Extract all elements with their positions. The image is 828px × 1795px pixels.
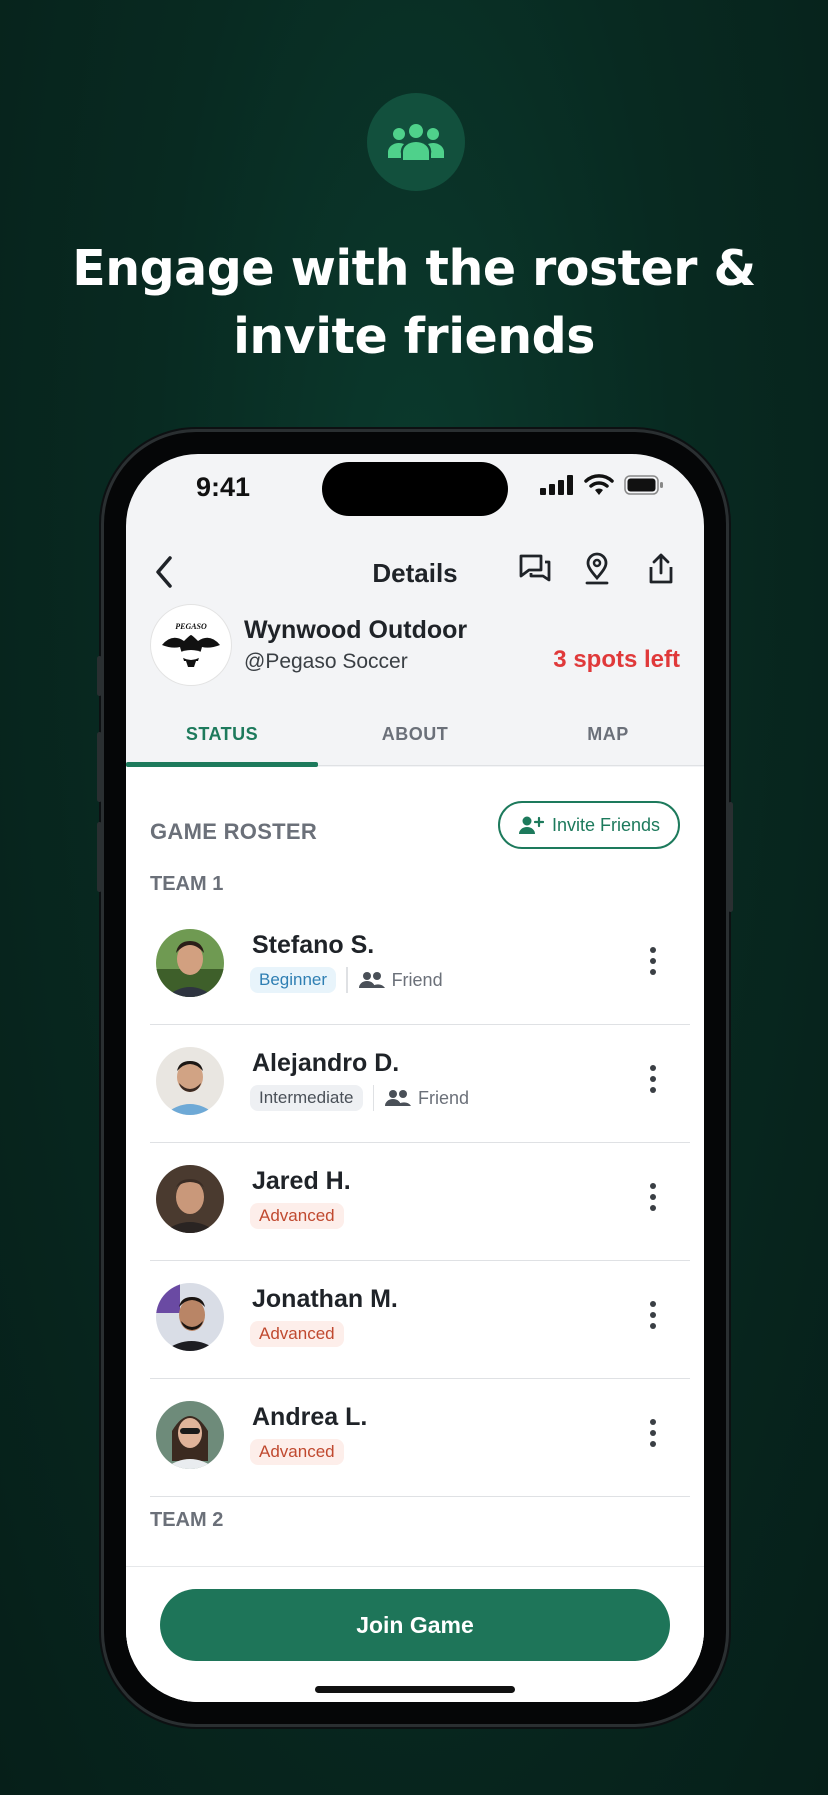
friends-icon	[385, 1090, 411, 1106]
player-name: Andrea L.	[252, 1403, 368, 1431]
invite-friends-label: Invite Friends	[551, 814, 660, 835]
phone-frame: 9:41 Details PEGASO Wynwood Outdoor @Peg…	[97, 432, 733, 1724]
phone-power-button	[728, 802, 733, 912]
more-options-icon[interactable]	[650, 1065, 656, 1093]
signal-icon	[540, 475, 573, 495]
status-icons	[540, 474, 664, 496]
headline-line-2: invite friends	[233, 308, 595, 365]
player-row[interactable]: Jonathan M. Advanced	[150, 1261, 690, 1379]
club-logo: PEGASO	[150, 604, 232, 686]
skill-badge: Advanced	[250, 1203, 344, 1229]
more-options-icon[interactable]	[650, 947, 656, 975]
player-tags: Beginner Friend	[250, 967, 443, 993]
page-title: Details	[372, 558, 458, 588]
player-name: Jared H.	[252, 1167, 351, 1195]
tab-map[interactable]: MAP	[512, 724, 704, 745]
headline: Engage with the roster & invite friends	[0, 235, 828, 371]
player-tags: Intermediate Friend	[250, 1085, 469, 1111]
player-row[interactable]: Jared H. Advanced	[150, 1143, 690, 1261]
headline-line-1: Engage with the roster &	[72, 240, 756, 297]
spots-left-badge: 3 spots left	[553, 646, 680, 673]
player-tags: Advanced	[250, 1321, 344, 1347]
status-time: 9:41	[196, 472, 251, 502]
skill-badge: Beginner	[250, 967, 337, 993]
battery-icon	[624, 475, 663, 495]
app-screen: 9:41 Details PEGASO Wynwood Outdoor @Peg…	[126, 454, 704, 1702]
club-handle[interactable]: @Pegaso Soccer	[244, 650, 408, 674]
friend-label: Friend	[418, 1087, 470, 1108]
add-person-icon	[518, 816, 544, 834]
team-1-label: TEAM 1	[150, 873, 224, 895]
skill-badge: Intermediate	[250, 1085, 363, 1111]
player-name: Stefano S.	[252, 931, 375, 959]
player-name: Jonathan M.	[252, 1285, 398, 1313]
player-row[interactable]: Andrea L. Advanced	[150, 1379, 690, 1497]
join-game-button[interactable]: Join Game	[160, 1589, 670, 1661]
skill-badge: Advanced	[250, 1439, 344, 1465]
avatar	[156, 1165, 224, 1233]
dynamic-island	[322, 462, 508, 516]
nav-bar: Details	[126, 542, 704, 602]
tag-divider	[346, 967, 348, 993]
wifi-icon	[584, 474, 614, 495]
team-2-label: TEAM 2	[150, 1509, 224, 1531]
player-row[interactable]: Stefano S. Beginner Friend	[150, 907, 690, 1025]
avatar	[156, 929, 224, 997]
phone-volume-down-button	[97, 822, 102, 892]
player-name: Alejandro D.	[252, 1049, 400, 1077]
skill-badge: Advanced	[250, 1321, 344, 1347]
player-tags: Advanced	[250, 1439, 344, 1465]
more-options-icon[interactable]	[650, 1183, 656, 1211]
phone-action-button	[97, 656, 102, 696]
chat-icon[interactable]	[518, 552, 552, 586]
avatar	[156, 1047, 224, 1115]
roster-panel: GAME ROSTER Invite Friends TEAM 1 Stefan…	[126, 767, 704, 1702]
home-indicator[interactable]	[315, 1686, 515, 1693]
bottom-action-bar: Join Game	[126, 1566, 704, 1702]
share-icon[interactable]	[646, 552, 676, 586]
phone-volume-up-button	[97, 732, 102, 802]
more-options-icon[interactable]	[650, 1419, 656, 1447]
tab-bar: STATUS ABOUT MAP	[126, 716, 704, 767]
avatar	[156, 1401, 224, 1469]
player-tags: Advanced	[250, 1203, 344, 1229]
club-name: Wynwood Outdoor	[244, 616, 468, 644]
tag-divider	[372, 1085, 374, 1111]
tab-about[interactable]: ABOUT	[319, 724, 511, 745]
friend-indicator: Friend	[358, 970, 443, 991]
location-pin-icon[interactable]	[582, 552, 612, 586]
player-row[interactable]: Alejandro D. Intermediate Friend	[150, 1025, 690, 1143]
friend-indicator: Friend	[384, 1088, 469, 1109]
hero-group-badge	[367, 93, 465, 191]
roster-title: GAME ROSTER	[150, 819, 318, 844]
logo-wordmark: PEGASO	[175, 622, 207, 631]
invite-friends-button[interactable]: Invite Friends	[497, 801, 680, 849]
tab-status[interactable]: STATUS	[126, 724, 318, 745]
group-icon	[388, 124, 444, 160]
friends-icon	[358, 972, 385, 988]
friend-label: Friend	[391, 969, 443, 990]
more-options-icon[interactable]	[650, 1301, 656, 1329]
pegaso-logo-icon: PEGASO	[162, 622, 220, 667]
avatar	[156, 1283, 224, 1351]
